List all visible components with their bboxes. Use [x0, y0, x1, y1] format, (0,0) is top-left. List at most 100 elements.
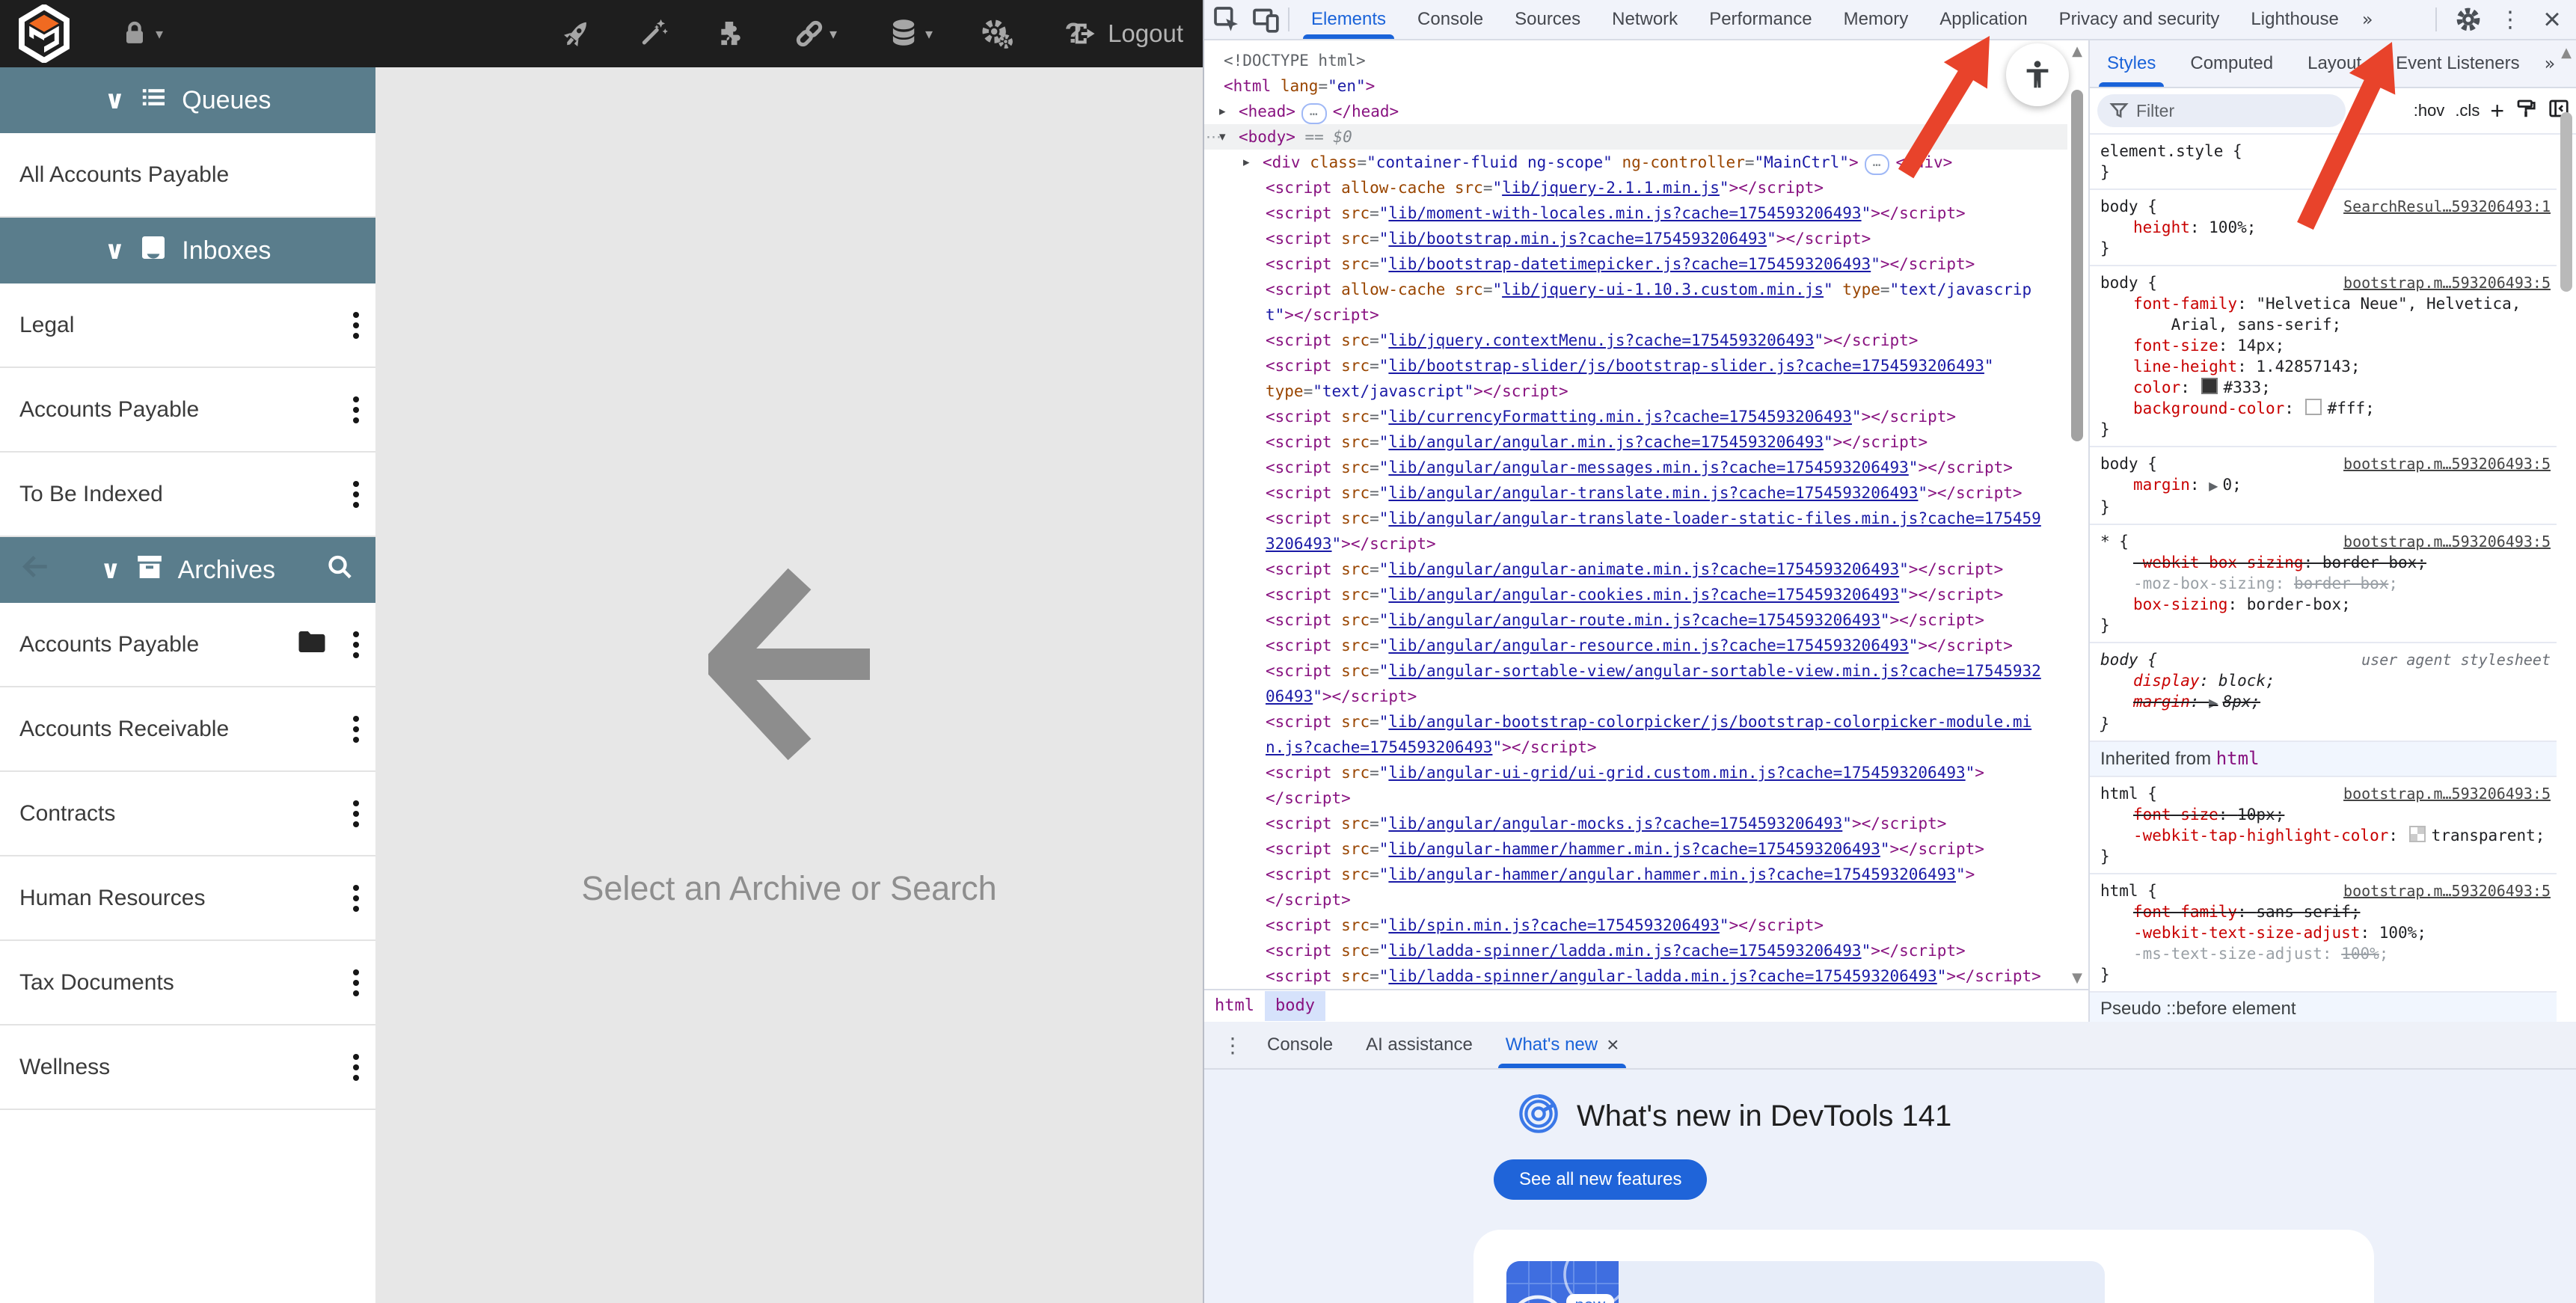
dom-tree-row[interactable]: <script src="lib/spin.min.js?cache=17545…: [1204, 913, 2067, 938]
expand-shorthand-icon[interactable]: ▶: [2209, 479, 2218, 493]
magic-wand-icon[interactable]: [636, 16, 670, 51]
dom-tree-row[interactable]: 3206493"></script>: [1204, 531, 2067, 557]
sidebar-item-accounts-payable[interactable]: Accounts Payable: [0, 368, 375, 453]
breadcrumb-body[interactable]: body: [1265, 991, 1325, 1021]
resource-link[interactable]: lib/angular/angular-animate.min.js?cache…: [1388, 560, 1899, 578]
new-style-rule-button[interactable]: +: [2490, 97, 2504, 125]
chevron-down-icon[interactable]: ∨: [105, 85, 126, 115]
styles-filter-input[interactable]: Filter: [2097, 94, 2346, 127]
resource-link[interactable]: lib/angular/angular-cookies.min.js?cache…: [1388, 586, 1899, 604]
property-name[interactable]: margin: [2133, 476, 2190, 494]
close-devtools-icon[interactable]: ×: [2536, 3, 2569, 36]
logout-button[interactable]: Logout: [1070, 0, 1183, 67]
dom-tree-row[interactable]: <!DOCTYPE html>: [1204, 48, 2067, 73]
tab-privacy-and-security[interactable]: Privacy and security: [2043, 0, 2236, 39]
property-value[interactable]: 10px: [2237, 806, 2275, 824]
dom-tree-row[interactable]: <script src="lib/angular-hammer/angular.…: [1204, 862, 2067, 887]
dom-tree-row[interactable]: t"></script>: [1204, 302, 2067, 328]
dom-tree-row[interactable]: ▸<head>…</head>: [1204, 99, 2067, 124]
drawer-tab-ai-assistance[interactable]: AI assistance: [1349, 1022, 1489, 1068]
property-value[interactable]: transparent: [2432, 827, 2536, 844]
resource-link[interactable]: lib/angular-hammer/angular.hammer.min.js…: [1388, 865, 1956, 883]
dom-tree-row[interactable]: <script src="lib/bootstrap.min.js?cache=…: [1204, 226, 2067, 251]
tab-computed[interactable]: Computed: [2173, 40, 2290, 87]
property-name[interactable]: -webkit-text-size-adjust: [2133, 924, 2360, 942]
settings-gear-icon[interactable]: [2452, 3, 2485, 36]
toggle-class-button[interactable]: .cls: [2455, 101, 2480, 120]
sidebar-item-contracts[interactable]: Contracts: [0, 772, 375, 856]
resource-link[interactable]: n.js?cache=1754593206493: [1266, 738, 1492, 756]
dom-tree-row[interactable]: <script src="lib/bootstrap-slider/js/boo…: [1204, 353, 2067, 378]
stylesheet-source-link[interactable]: SearchResul…593206493:1: [2343, 196, 2551, 217]
dom-tree-row[interactable]: <script src="lib/ladda-spinner/ladda.min…: [1204, 938, 2067, 963]
styles-scrollbar[interactable]: ▲: [2557, 93, 2576, 1022]
sidebar-item-tax-documents[interactable]: Tax Documents: [0, 941, 375, 1025]
tab-memory[interactable]: Memory: [1828, 0, 1925, 39]
lock-menu[interactable]: ▾: [118, 17, 163, 50]
sidebar-item-to-be-indexed[interactable]: To Be Indexed: [0, 453, 375, 537]
resource-link[interactable]: 3206493: [1266, 535, 1332, 553]
sidebar-section-header-queues[interactable]: ∨Queues: [0, 67, 375, 133]
property-value[interactable]: 100%: [2209, 218, 2247, 236]
sidebar-section-header-archives[interactable]: ∨Archives: [0, 537, 375, 603]
resource-link[interactable]: lib/angular-sortable-view/angular-sortab…: [1388, 662, 2040, 680]
property-name[interactable]: -webkit-tap-highlight-color: [2133, 827, 2388, 844]
property-name[interactable]: background-color: [2133, 399, 2284, 417]
css-selector[interactable]: html: [2100, 785, 2138, 803]
css-property[interactable]: font-family: "Helvetica Neue", Helvetica…: [2100, 293, 2557, 335]
more-tabs-icon[interactable]: »: [2355, 9, 2381, 30]
resource-link[interactable]: lib/angular-bootstrap-colorpicker/js/boo…: [1388, 713, 2031, 731]
drawer-kebab-icon[interactable]: ⋮: [1222, 1033, 1243, 1058]
css-property[interactable]: color: #333;: [2100, 377, 2557, 398]
css-property[interactable]: box-sizing: border-box;: [2100, 594, 2557, 615]
kebab-menu-icon[interactable]: [353, 716, 359, 743]
property-value[interactable]: border-box: [2247, 595, 2341, 613]
elements-scrollbar[interactable]: ▲ ▼: [2067, 40, 2087, 989]
resource-link[interactable]: lib/angular/angular-translate.min.js?cac…: [1388, 484, 1918, 502]
resource-link[interactable]: lib/jquery.contextMenu.js?cache=17545932…: [1388, 331, 1814, 349]
dom-tree-row[interactable]: ▸<div class="container-fluid ng-scope" n…: [1204, 150, 2067, 175]
dom-tree-row[interactable]: <script src="lib/angular-hammer/hammer.m…: [1204, 836, 2067, 862]
dom-tree-row[interactable]: <script src="lib/currencyFormatting.min.…: [1204, 404, 2067, 429]
property-value[interactable]: 1.42857143: [2256, 358, 2350, 375]
css-property[interactable]: -webkit-text-size-adjust: 100%;: [2100, 922, 2557, 943]
puzzle-icon[interactable]: [712, 16, 746, 51]
sidebar-item-accounts-receivable[interactable]: Accounts Receivable: [0, 687, 375, 772]
css-selector[interactable]: html: [2100, 882, 2138, 900]
tab-layout[interactable]: Layout: [2290, 40, 2379, 87]
property-value[interactable]: 14px: [2237, 337, 2275, 355]
resource-link[interactable]: lib/angular/angular-route.min.js?cache=1…: [1388, 611, 1880, 629]
property-value[interactable]: border-box: [2322, 554, 2417, 571]
resource-link[interactable]: lib/angular-ui-grid/ui-grid.custom.min.j…: [1388, 764, 1965, 782]
chevron-down-icon[interactable]: ∨: [105, 236, 126, 266]
resource-link[interactable]: lib/jquery-ui-1.10.3.custom.min.js: [1502, 280, 1824, 298]
sidebar-section-header-inboxes[interactable]: ∨Inboxes: [0, 218, 375, 283]
kebab-menu-icon[interactable]: [353, 800, 359, 827]
resource-link[interactable]: lib/ladda-spinner/ladda.min.js?cache=175…: [1388, 942, 1861, 960]
dom-tree-row[interactable]: </script>: [1204, 887, 2067, 913]
property-name[interactable]: font-size: [2133, 337, 2218, 355]
dom-tree-row[interactable]: <script src="lib/jquery.contextMenu.js?c…: [1204, 328, 2067, 353]
resource-link[interactable]: lib/angular/angular-translate-loader-sta…: [1388, 509, 2040, 527]
dom-tree-row[interactable]: <script src="lib/moment-with-locales.min…: [1204, 200, 2067, 226]
tab-application[interactable]: Application: [1924, 0, 2043, 39]
folder-icon[interactable]: [296, 628, 328, 661]
tab-lighthouse[interactable]: Lighthouse: [2235, 0, 2354, 39]
square9-logo[interactable]: [16, 4, 72, 63]
link-icon[interactable]: ▾: [788, 16, 841, 51]
dom-tree-row[interactable]: <script src="lib/angular/angular-route.m…: [1204, 607, 2067, 633]
toggle-hover-state-button[interactable]: :hov: [2414, 101, 2445, 120]
tab-elements[interactable]: Elements: [1295, 0, 1402, 39]
property-value[interactable]: sans-serif: [2256, 903, 2350, 921]
dom-tree-row[interactable]: <script src="lib/angular-ui-grid/ui-grid…: [1204, 760, 2067, 785]
expand-arrow-icon[interactable]: ▾: [1219, 124, 1226, 150]
sidebar-item-human-resources[interactable]: Human Resources: [0, 856, 375, 941]
dom-tree-row[interactable]: <script allow-cache src="lib/jquery-2.1.…: [1204, 175, 2067, 200]
rocket-icon[interactable]: [559, 16, 594, 51]
dom-tree-row[interactable]: ⋯▾<body> == $0: [1204, 124, 2067, 150]
css-property[interactable]: font-size: 10px;: [2100, 804, 2557, 825]
resource-link[interactable]: lib/spin.min.js?cache=1754593206493: [1388, 916, 1720, 934]
property-name[interactable]: -moz-box-sizing: [2133, 574, 2275, 592]
sidebar-item-all-accounts-payable[interactable]: All Accounts Payable: [0, 133, 375, 218]
css-property[interactable]: display: block;: [2100, 670, 2557, 691]
